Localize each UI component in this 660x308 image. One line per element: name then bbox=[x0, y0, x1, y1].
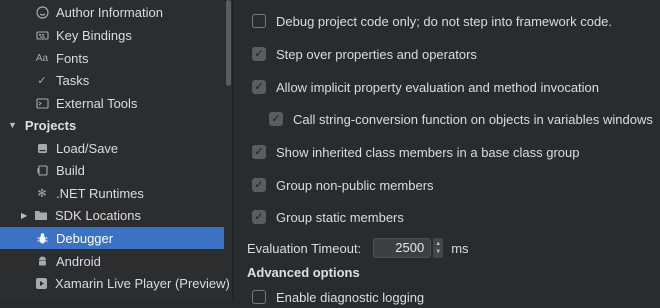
sidebar-item-tasks[interactable]: ✓ Tasks bbox=[0, 69, 224, 91]
option-show-inherited-members[interactable]: ✓ Show inherited class members in a base… bbox=[252, 141, 579, 163]
option-label: Group non-public members bbox=[276, 177, 434, 193]
option-label: Debug project code only; do not step int… bbox=[276, 13, 613, 29]
evaluation-timeout-input[interactable]: 2500 bbox=[373, 238, 432, 258]
keyboard-icon bbox=[35, 28, 49, 42]
checkbox-checked[interactable]: ✓ bbox=[252, 178, 266, 192]
sidebar-item-android[interactable]: Android bbox=[0, 250, 224, 272]
option-group-non-public-members[interactable]: ✓ Group non-public members bbox=[252, 174, 434, 196]
disclosure-down-icon[interactable]: ▼ bbox=[8, 120, 17, 130]
stepper-down-icon[interactable]: ▼ bbox=[435, 248, 441, 256]
checkbox-checked[interactable]: ✓ bbox=[252, 145, 266, 159]
sidebar-item-label: .NET Runtimes bbox=[56, 185, 144, 201]
evaluation-timeout-unit: ms bbox=[451, 240, 469, 256]
sidebar-item-label: SDK Locations bbox=[55, 207, 141, 223]
sidebar-item-load-save[interactable]: Load/Save bbox=[0, 137, 224, 159]
terminal-icon bbox=[35, 96, 49, 110]
option-label: Step over properties and operators bbox=[276, 46, 477, 62]
debugger-settings-panel: Debug project code only; do not step int… bbox=[234, 0, 660, 305]
option-label: Enable diagnostic logging bbox=[276, 289, 425, 305]
checkbox-checked[interactable]: ✓ bbox=[269, 112, 283, 126]
option-enable-diagnostic-logging[interactable]: Enable diagnostic logging bbox=[252, 286, 424, 308]
sidebar-item-label: Author Information bbox=[56, 4, 163, 20]
checkmark-icon: ✓ bbox=[37, 74, 47, 87]
sidebar-item-label: External Tools bbox=[56, 95, 138, 111]
folder-icon bbox=[34, 208, 48, 222]
sidebar-item-label: Key Bindings bbox=[56, 27, 132, 43]
sidebar-item-key-bindings[interactable]: Key Bindings bbox=[0, 24, 224, 46]
sidebar-item-external-tools[interactable]: External Tools bbox=[0, 92, 224, 114]
sidebar-item-xamarin-live-player[interactable]: Xamarin Live Player (Preview) bbox=[0, 272, 230, 294]
font-icon: Aa bbox=[35, 52, 49, 64]
stepper-up-icon[interactable]: ▲ bbox=[435, 240, 441, 248]
android-icon bbox=[35, 254, 49, 268]
sidebar-scrollbar[interactable] bbox=[226, 0, 231, 86]
evaluation-timeout-label: Evaluation Timeout: bbox=[247, 240, 362, 256]
sidebar-item-label: Load/Save bbox=[56, 140, 119, 156]
gear-icon: ✻ bbox=[37, 187, 47, 200]
checkbox-checked[interactable]: ✓ bbox=[252, 210, 266, 224]
checkbox-checked[interactable]: ✓ bbox=[252, 80, 266, 94]
sidebar-item-label: Xamarin Live Player (Preview) bbox=[55, 275, 230, 291]
option-debug-project-code-only[interactable]: Debug project code only; do not step int… bbox=[252, 10, 612, 32]
option-label: Call string-conversion function on objec… bbox=[293, 111, 653, 127]
sidebar-item-label: Android bbox=[56, 253, 101, 269]
user-circle-icon bbox=[35, 5, 49, 19]
evaluation-timeout-row: Evaluation Timeout: 2500 ▲ ▼ ms bbox=[247, 237, 469, 259]
evaluation-timeout-stepper[interactable]: ▲ ▼ bbox=[433, 238, 444, 258]
option-allow-implicit-evaluation[interactable]: ✓ Allow implicit property evaluation and… bbox=[252, 76, 599, 98]
advanced-options-heading: Advanced options bbox=[247, 265, 360, 280]
build-icon bbox=[35, 163, 49, 177]
play-icon bbox=[35, 276, 48, 290]
sidebar-item-debugger[interactable]: Debugger bbox=[0, 227, 224, 249]
sidebar-item-author-information[interactable]: Author Information bbox=[0, 1, 224, 23]
hard-drive-icon bbox=[35, 141, 49, 155]
sidebar-item-label: Debugger bbox=[56, 230, 114, 246]
bug-icon bbox=[35, 231, 49, 245]
sidebar-item-label: Fonts bbox=[56, 50, 89, 66]
sidebar-section-label: Projects bbox=[24, 117, 77, 133]
sidebar-item-net-runtimes[interactable]: ✻ .NET Runtimes bbox=[0, 182, 224, 204]
sidebar-item-sdk-locations[interactable]: ▶ SDK Locations bbox=[0, 204, 224, 226]
option-label: Group static members bbox=[276, 209, 404, 225]
option-step-over-properties[interactable]: ✓ Step over properties and operators bbox=[252, 43, 477, 65]
checkbox-unchecked[interactable] bbox=[252, 290, 266, 304]
sidebar-item-build[interactable]: Build bbox=[0, 159, 224, 181]
sidebar-item-label: Tasks bbox=[56, 72, 90, 88]
checkbox-checked[interactable]: ✓ bbox=[252, 47, 266, 61]
sidebar-item-fonts[interactable]: Aa Fonts bbox=[0, 47, 224, 69]
checkbox-unchecked[interactable] bbox=[252, 14, 266, 28]
option-label: Allow implicit property evaluation and m… bbox=[276, 79, 600, 95]
sidebar-item-label: Build bbox=[56, 162, 85, 178]
option-call-string-conversion[interactable]: ✓ Call string-conversion function on obj… bbox=[269, 108, 653, 130]
disclosure-right-icon[interactable]: ▶ bbox=[21, 211, 31, 220]
option-group-static-members[interactable]: ✓ Group static members bbox=[252, 206, 404, 228]
preferences-sidebar: Author Information Key Bindings Aa Fonts… bbox=[0, 0, 233, 300]
option-label: Show inherited class members in a base c… bbox=[276, 144, 580, 160]
sidebar-section-projects[interactable]: ▼ Projects bbox=[0, 114, 224, 136]
